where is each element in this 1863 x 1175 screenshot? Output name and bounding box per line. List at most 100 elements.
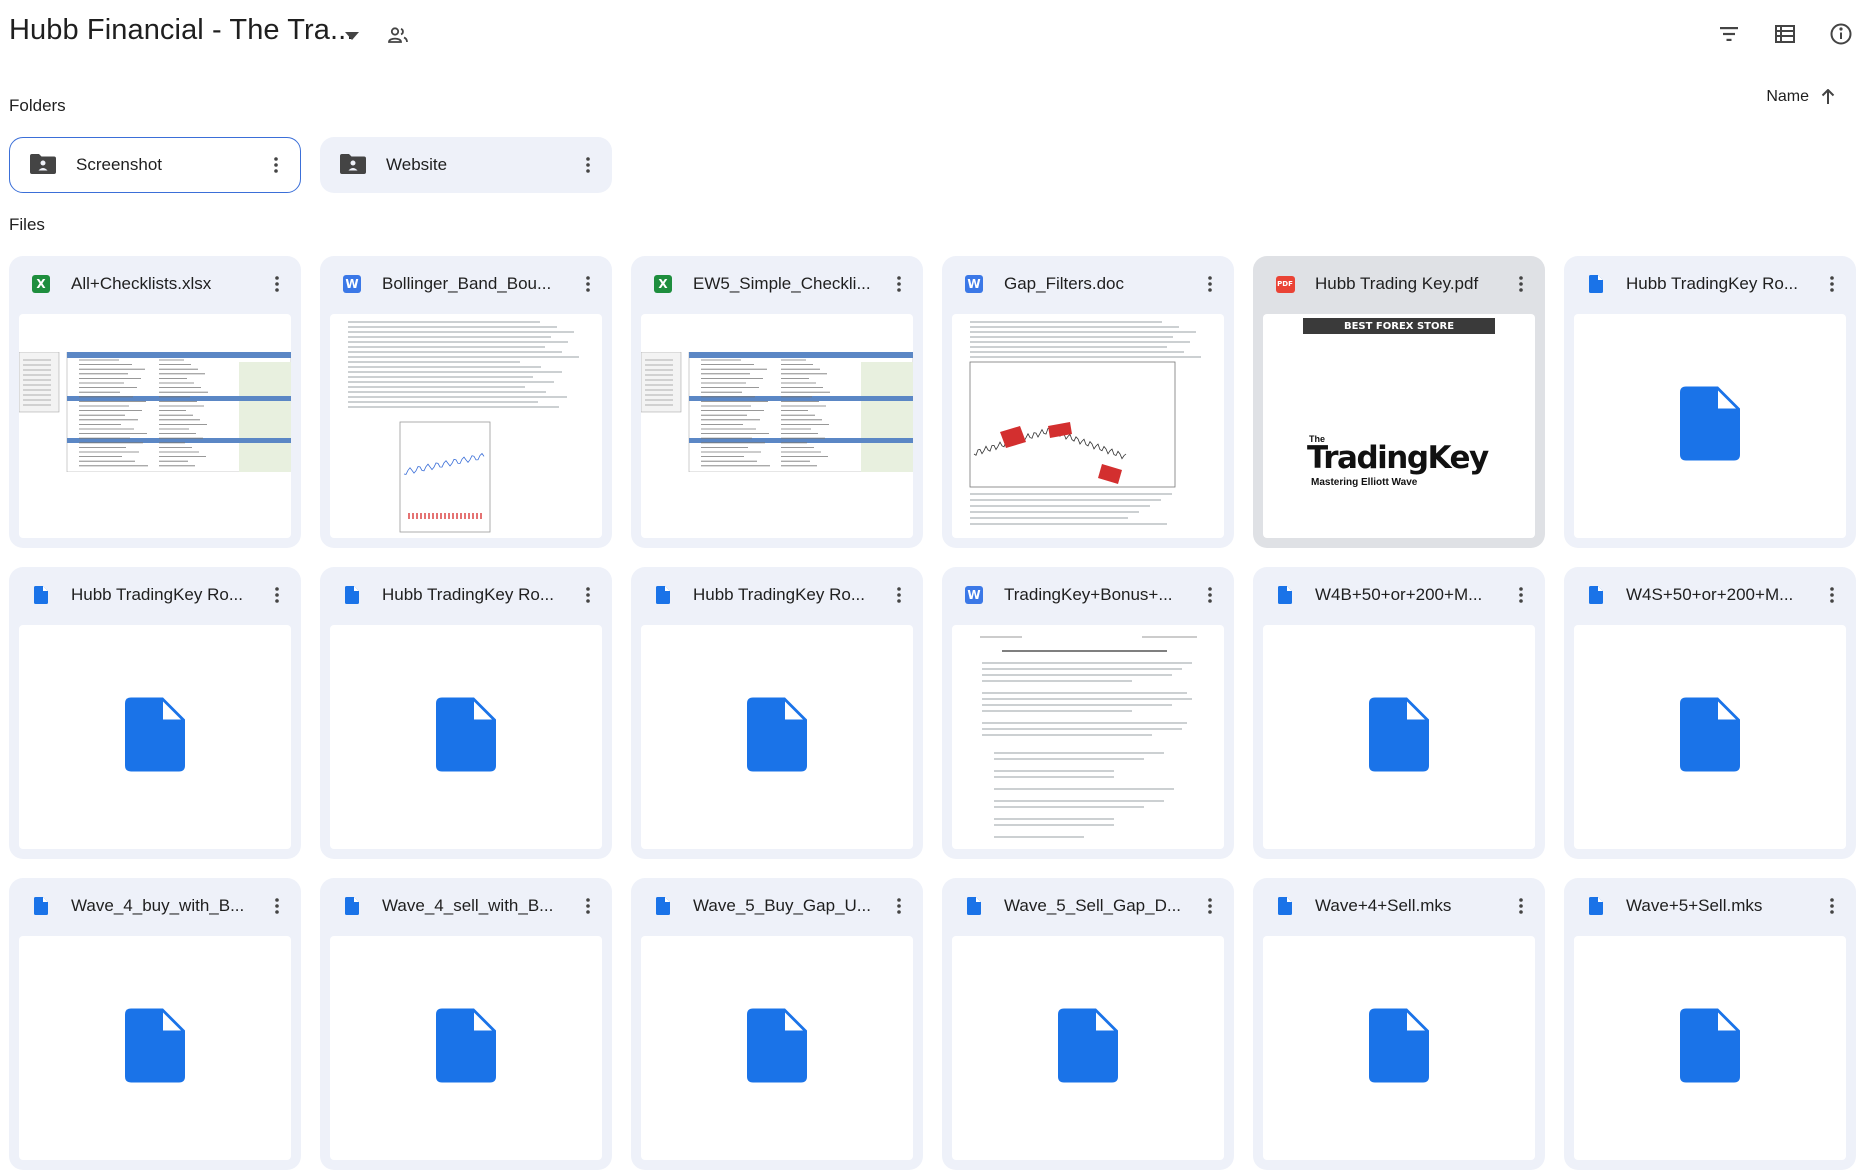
file-card[interactable]: Wave_5_Sell_Gap_D... — [942, 878, 1234, 1170]
folder-title[interactable]: Hubb Financial - The Tra... — [9, 14, 355, 47]
cover-subtitle: Mastering Elliott Wave — [1311, 477, 1418, 488]
shared-folder-icon — [340, 154, 366, 176]
file-name: W4S+50+or+200+M... — [1626, 585, 1794, 604]
file-card-header: X All+Checklists.xlsx — [9, 256, 301, 312]
arrow-up-icon — [1821, 89, 1835, 104]
file-name: Hubb TradingKey Ro... — [693, 585, 865, 604]
excel-icon: X — [653, 274, 673, 294]
file-icon — [964, 896, 984, 916]
excel-badge: X — [654, 275, 672, 293]
file-name: TradingKey+Bonus+... — [1004, 585, 1173, 604]
pdf-icon: PDF — [1275, 274, 1295, 294]
file-icon — [1586, 585, 1606, 605]
file-card[interactable]: Hubb TradingKey Ro... — [9, 567, 301, 859]
more-options-icon[interactable] — [570, 147, 606, 183]
file-card[interactable]: Hubb TradingKey Ro... — [320, 567, 612, 859]
file-thumbnail — [1263, 625, 1535, 849]
more-options-icon[interactable] — [258, 147, 294, 183]
more-options-icon[interactable] — [1503, 888, 1539, 924]
more-options-icon[interactable] — [1192, 266, 1228, 302]
file-card-header: Hubb TradingKey Ro... — [320, 567, 612, 623]
document-preview — [952, 314, 1224, 538]
file-thumbnail — [641, 625, 913, 849]
more-options-icon[interactable] — [1814, 266, 1850, 302]
file-icon — [1680, 386, 1740, 466]
folder-name: Website — [386, 155, 448, 174]
more-options-icon[interactable] — [1503, 577, 1539, 613]
sort-label: Name — [1766, 88, 1809, 105]
more-options-icon[interactable] — [259, 888, 295, 924]
file-card[interactable]: W Gap_Filters.doc — [942, 256, 1234, 548]
file-card[interactable]: W4B+50+or+200+M... — [1253, 567, 1545, 859]
file-card[interactable]: X EW5_Simple_Checkli... — [631, 256, 923, 548]
file-icon — [125, 1008, 185, 1088]
file-card[interactable]: Hubb TradingKey Ro... — [631, 567, 923, 859]
more-options-icon[interactable] — [1503, 266, 1539, 302]
folder-card[interactable]: Screenshot — [9, 137, 301, 193]
sort-by-name-button[interactable]: Name — [1766, 88, 1835, 106]
file-card[interactable]: Hubb TradingKey Ro... — [1564, 256, 1856, 548]
file-card-header: Hubb TradingKey Ro... — [9, 567, 301, 623]
file-card[interactable]: W4S+50+or+200+M... — [1564, 567, 1856, 859]
file-card-header: Wave_5_Buy_Gap_U... — [631, 878, 923, 934]
file-name: Bollinger_Band_Bou... — [382, 274, 552, 293]
sheet-preview — [641, 351, 913, 473]
file-name: Wave_4_sell_with_B... — [382, 896, 554, 915]
more-options-icon[interactable] — [1814, 888, 1850, 924]
file-icon — [1275, 585, 1295, 605]
file-card[interactable]: Wave+4+Sell.mks — [1253, 878, 1545, 1170]
more-options-icon[interactable] — [1192, 888, 1228, 924]
dropdown-caret-icon[interactable] — [338, 22, 366, 50]
file-card[interactable]: X All+Checklists.xlsx — [9, 256, 301, 548]
file-icon — [1586, 896, 1606, 916]
file-icon — [1369, 697, 1429, 777]
word-badge: W — [343, 275, 361, 293]
file-thumbnail — [19, 314, 291, 538]
more-options-icon[interactable] — [259, 577, 295, 613]
file-card-header: Wave_4_sell_with_B... — [320, 878, 612, 934]
word-icon: W — [342, 274, 362, 294]
more-options-icon[interactable] — [1814, 577, 1850, 613]
file-icon — [125, 697, 185, 777]
file-card-header: W Bollinger_Band_Bou... — [320, 256, 612, 312]
more-options-icon[interactable] — [1192, 577, 1228, 613]
file-name: Gap_Filters.doc — [1004, 274, 1124, 293]
file-card[interactable]: Wave_4_sell_with_B... — [320, 878, 612, 1170]
file-card[interactable]: W TradingKey+Bonus+... — [942, 567, 1234, 859]
word-badge: W — [965, 275, 983, 293]
folder-card[interactable]: Website — [320, 137, 612, 193]
file-name: All+Checklists.xlsx — [71, 274, 212, 293]
file-name: Hubb TradingKey Ro... — [382, 585, 554, 604]
filter-icon[interactable] — [1707, 12, 1751, 56]
more-options-icon[interactable] — [570, 266, 606, 302]
file-name: Wave+5+Sell.mks — [1626, 896, 1763, 915]
file-card[interactable]: Wave_4_buy_with_B... — [9, 878, 301, 1170]
document-preview — [952, 625, 1224, 849]
file-icon — [436, 697, 496, 777]
file-thumbnail — [19, 936, 291, 1160]
file-card[interactable]: W Bollinger_Band_Bou... — [320, 256, 612, 548]
file-thumbnail — [1574, 936, 1846, 1160]
sheet-preview — [19, 351, 291, 473]
word-icon: W — [964, 585, 984, 605]
info-icon[interactable] — [1819, 12, 1863, 56]
file-card[interactable]: PDF Hubb Trading Key.pdf BEST FOREX STORE T… — [1253, 256, 1545, 548]
more-options-icon[interactable] — [570, 577, 606, 613]
file-thumbnail — [1263, 936, 1535, 1160]
file-card-header: Wave+5+Sell.mks — [1564, 878, 1856, 934]
file-card[interactable]: Wave+5+Sell.mks — [1564, 878, 1856, 1170]
more-options-icon[interactable] — [570, 888, 606, 924]
more-options-icon[interactable] — [259, 266, 295, 302]
file-icon — [1680, 697, 1740, 777]
cover-banner: BEST FOREX STORE — [1303, 318, 1495, 334]
more-options-icon[interactable] — [881, 577, 917, 613]
file-icon — [31, 585, 51, 605]
file-thumbnail — [952, 625, 1224, 849]
list-view-icon[interactable] — [1763, 12, 1807, 56]
file-thumbnail — [330, 625, 602, 849]
more-options-icon[interactable] — [881, 888, 917, 924]
file-card[interactable]: Wave_5_Buy_Gap_U... — [631, 878, 923, 1170]
file-name: Hubb TradingKey Ro... — [71, 585, 243, 604]
shared-people-icon[interactable] — [383, 20, 413, 50]
more-options-icon[interactable] — [881, 266, 917, 302]
